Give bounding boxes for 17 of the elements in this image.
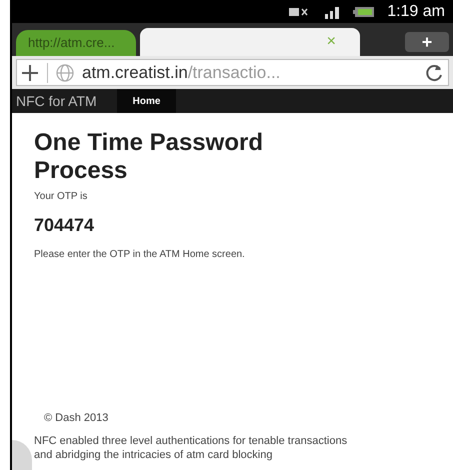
instruction-text: Please enter the OTP in the ATM Home screen. [34,248,246,262]
swipe-handle[interactable] [12,440,32,470]
new-tab-button[interactable]: + [405,32,449,52]
brand-text[interactable]: NFC for ATM [12,90,101,112]
copyright-text: © Dash 2013 [44,410,110,426]
plus-icon[interactable] [21,64,39,82]
nav-link[interactable]: Home [116,89,176,113]
tagline-text: NFC enabled three level authentications for tenable transactions and abridging the intricacies of atm card blocking [34,434,348,462]
clock-time: 1:19 am [387,2,445,22]
globe-icon [56,64,74,82]
battery-icon [353,6,376,18]
muted-speaker-icon [289,6,310,18]
address-bar[interactable]: atm.creatist.in/transactio... [16,59,449,86]
page-title: One Time Password Process [34,129,264,185]
refresh-icon[interactable] [424,62,444,82]
otp-label: Your OTP is [34,190,88,204]
otp-code: 704474 [34,214,96,237]
